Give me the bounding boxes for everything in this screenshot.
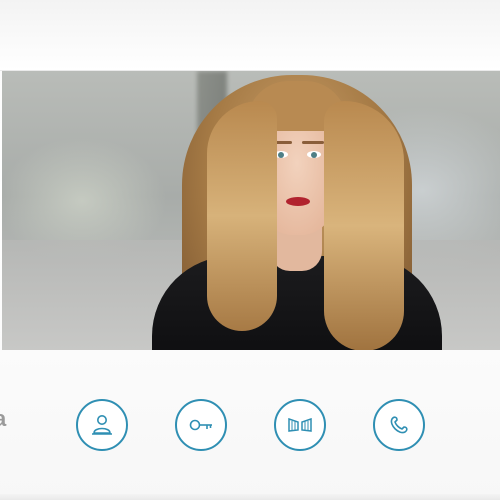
unlock-button[interactable] [175, 399, 227, 451]
top-bezel [0, 0, 500, 71]
right-brow [302, 141, 324, 144]
right-eye [307, 151, 321, 158]
hair-left [207, 101, 277, 331]
person-monitor-icon [92, 415, 112, 435]
bottom-bezel [0, 494, 500, 500]
lips [286, 197, 310, 206]
intercom-panel: a [0, 0, 500, 500]
visitor-image [152, 71, 442, 350]
gate-button[interactable] [274, 399, 326, 451]
hair-right [324, 101, 404, 350]
call-button[interactable] [373, 399, 425, 451]
handset-icon [390, 416, 408, 434]
monitor-button[interactable] [76, 399, 128, 451]
brand-logo-fragment: a [0, 406, 7, 431]
gate-icon [288, 417, 312, 432]
key-icon [189, 419, 212, 431]
video-screen [2, 71, 500, 350]
